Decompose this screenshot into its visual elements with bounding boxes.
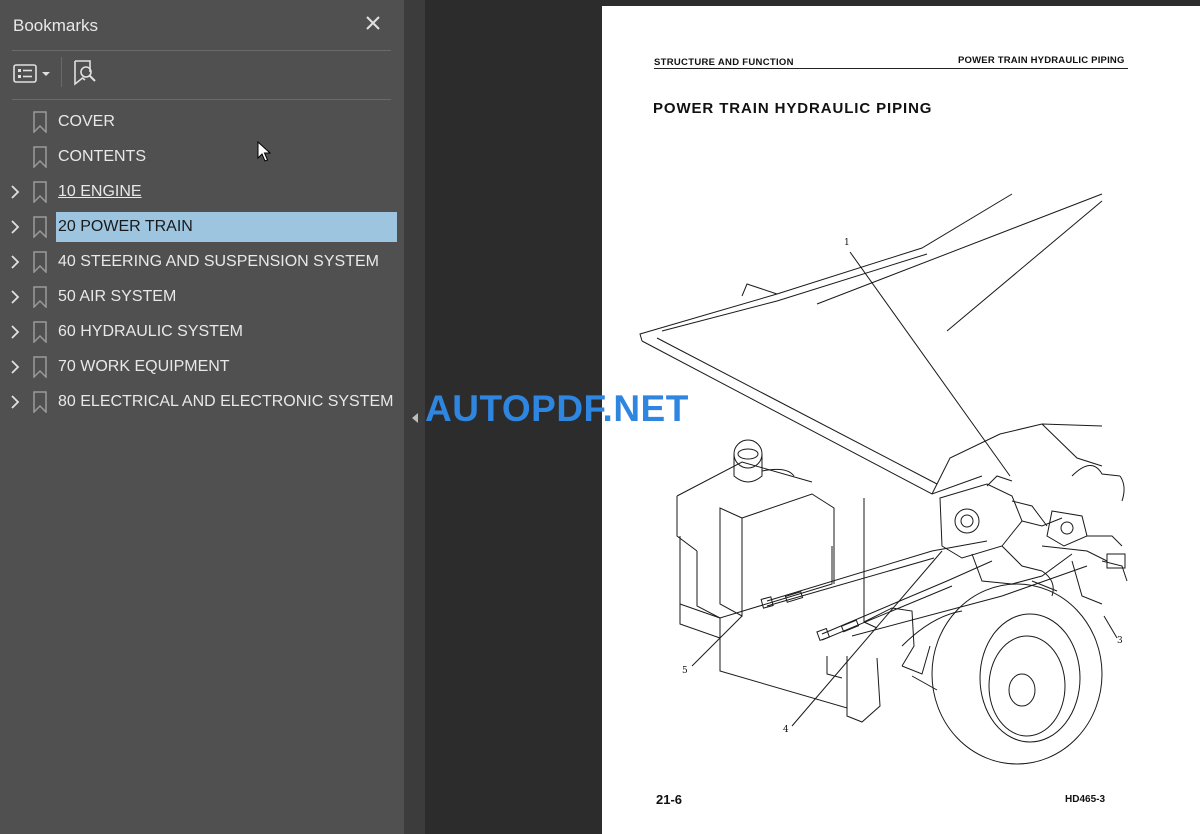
bookmark-icon bbox=[33, 321, 47, 343]
bookmark-icon bbox=[33, 251, 47, 273]
chevron-right-icon[interactable] bbox=[8, 289, 22, 305]
bookmark-icon bbox=[33, 216, 47, 238]
bookmark-label: CONTENTS bbox=[58, 148, 146, 165]
bookmark-label: 60 HYDRAULIC SYSTEM bbox=[58, 323, 243, 340]
bookmark-item-contents[interactable]: CONTENTS bbox=[0, 142, 404, 172]
bookmark-item-air-system[interactable]: 50 AIR SYSTEM bbox=[0, 282, 404, 312]
mouse-cursor-icon bbox=[257, 141, 271, 162]
bookmark-icon bbox=[33, 286, 47, 308]
bookmark-label: 70 WORK EQUIPMENT bbox=[58, 358, 230, 375]
bookmark-icon bbox=[33, 356, 47, 378]
toolbar-divider bbox=[61, 57, 62, 87]
chevron-right-icon[interactable] bbox=[8, 359, 22, 375]
bookmark-label: 40 STEERING AND SUSPENSION SYSTEM bbox=[58, 253, 379, 270]
page-number: 21-6 bbox=[656, 792, 683, 807]
callout-4: 4 bbox=[783, 725, 789, 735]
bookmark-label: COVER bbox=[58, 113, 115, 130]
bookmark-label: 20 POWER TRAIN bbox=[58, 218, 193, 235]
chevron-right-icon[interactable] bbox=[8, 254, 22, 270]
bookmark-label: 50 AIR SYSTEM bbox=[58, 288, 177, 305]
toolbar-divider-bottom bbox=[12, 99, 391, 100]
bookmarks-panel: Bookmarks COVER CONTENTS 10 ENGINE 20 PO… bbox=[0, 0, 404, 834]
bookmark-label: 80 ELECTRICAL AND ELECTRONIC SYSTEM bbox=[58, 393, 394, 410]
collapse-panel-icon[interactable] bbox=[411, 412, 419, 424]
chevron-right-icon[interactable] bbox=[8, 219, 22, 235]
bookmark-item-steering-suspension[interactable]: 40 STEERING AND SUSPENSION SYSTEM bbox=[0, 247, 404, 277]
panel-title: Bookmarks bbox=[13, 16, 99, 35]
chevron-right-icon[interactable] bbox=[8, 394, 22, 410]
find-current-bookmark-icon[interactable] bbox=[72, 59, 98, 87]
bookmarks-toolbar bbox=[0, 51, 404, 99]
bookmark-icon bbox=[33, 111, 47, 133]
bookmark-item-power-train[interactable]: 20 POWER TRAIN bbox=[0, 212, 404, 242]
model-code: HD465-3 bbox=[1065, 794, 1106, 805]
close-icon[interactable] bbox=[362, 12, 384, 34]
bookmark-icon bbox=[33, 146, 47, 168]
pdf-page: STRUCTURE AND FUNCTION POWER TRAIN HYDRA… bbox=[602, 6, 1200, 834]
bookmark-item-engine[interactable]: 10 ENGINE bbox=[0, 177, 404, 207]
bookmark-label: 10 ENGINE bbox=[58, 183, 142, 200]
watermark-text: AUTOPDF.NET bbox=[425, 388, 689, 429]
technical-drawing bbox=[639, 193, 1128, 765]
bookmark-item-electrical-electronic[interactable]: 80 ELECTRICAL AND ELECTRONIC SYSTEM bbox=[0, 387, 404, 417]
panel-header: Bookmarks bbox=[0, 0, 404, 50]
bookmark-icon bbox=[33, 181, 47, 203]
bookmark-item-work-equipment[interactable]: 70 WORK EQUIPMENT bbox=[0, 352, 404, 382]
callout-3: 3 bbox=[1117, 636, 1123, 646]
chevron-right-icon[interactable] bbox=[8, 324, 22, 340]
chevron-right-icon[interactable] bbox=[8, 184, 22, 200]
callout-1: 1 bbox=[844, 238, 850, 248]
bookmark-options-icon[interactable] bbox=[12, 63, 54, 85]
bookmark-item-cover[interactable]: COVER bbox=[0, 107, 404, 137]
bookmark-item-hydraulic-system[interactable]: 60 HYDRAULIC SYSTEM bbox=[0, 317, 404, 347]
bookmark-icon bbox=[33, 391, 47, 413]
callout-5: 5 bbox=[682, 666, 688, 676]
